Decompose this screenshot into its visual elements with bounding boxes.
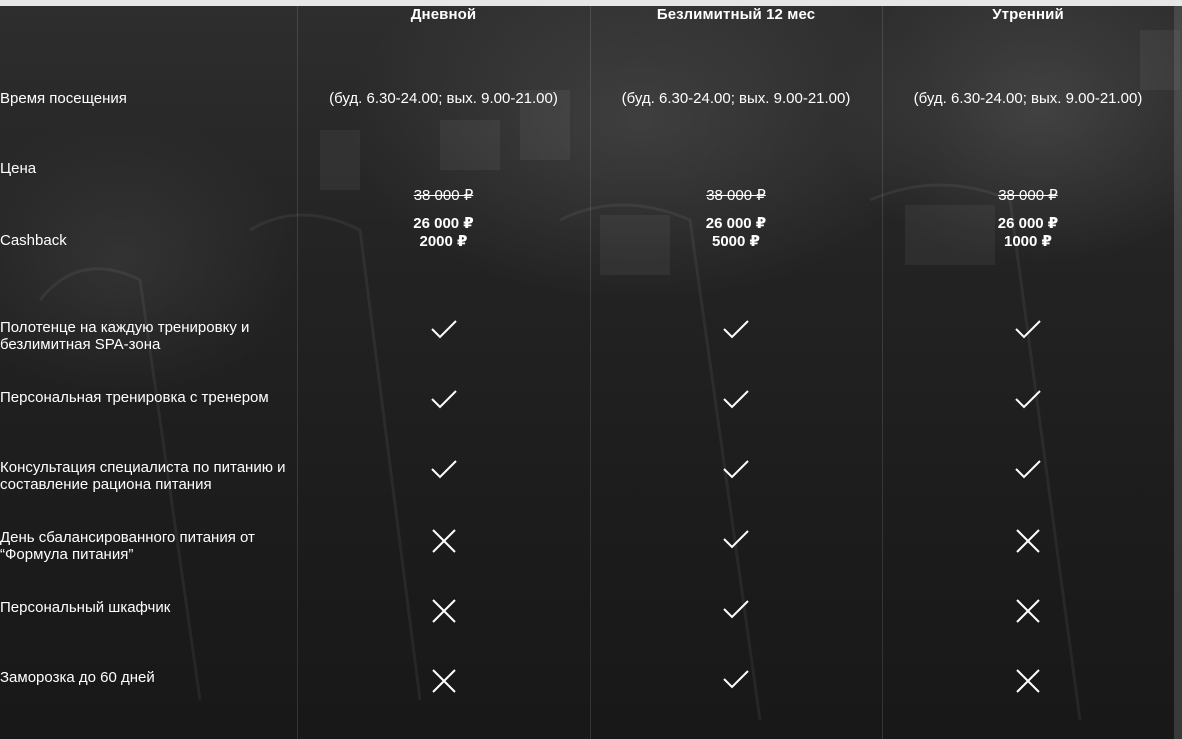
feature-row: Заморозка до 60 дней: [0, 652, 1174, 722]
feature-row: Консультация специалиста по питанию и со…: [0, 442, 1174, 512]
feature-value-cell: [590, 302, 882, 372]
feature-rows: Полотенце на каждую тренировку и безлими…: [0, 302, 1174, 722]
feature-value-cell: [882, 302, 1174, 372]
feature-value-cell: [590, 442, 882, 512]
cashback-amount: 2000 ₽: [419, 233, 468, 250]
cashback-row: Cashback 2000 ₽ 5000 ₽ 1000 ₽: [0, 232, 1174, 302]
plan-header-row: Дневной Безлимитный 12 мес Утренний: [0, 6, 1174, 90]
feature-value-cell: [882, 512, 1174, 582]
feature-value-cell: [882, 652, 1174, 722]
cashback-value: 1000 ₽: [882, 232, 1174, 302]
cashback-amount: 1000 ₽: [1004, 233, 1052, 250]
row-label-price: Цена: [0, 160, 37, 177]
row-label-time: Время посещения: [0, 90, 127, 107]
check-icon: [722, 598, 750, 620]
pricing-section: Дневной Безлимитный 12 мес Утренний Врем…: [0, 0, 1182, 739]
new-price: 26 000 ₽: [705, 215, 767, 232]
feature-row: Персональная тренировка с тренером: [0, 372, 1174, 442]
check-icon: [722, 458, 750, 480]
feature-value-cell: [590, 652, 882, 722]
feature-label: Полотенце на каждую тренировку и безлими…: [0, 319, 250, 353]
plan-name-daytime: Дневной: [410, 6, 477, 23]
feature-label: Персональный шкафчик: [0, 599, 171, 616]
check-icon: [1014, 458, 1042, 480]
feature-row: Персональный шкафчик: [0, 582, 1174, 652]
check-icon: [722, 318, 750, 340]
cross-icon: [431, 528, 457, 554]
feature-label: Персональная тренировка с тренером: [0, 389, 269, 406]
feature-value-cell: [882, 372, 1174, 442]
feature-value-cell: [297, 582, 590, 652]
feature-value-cell: [882, 442, 1174, 512]
cross-icon: [1015, 668, 1041, 694]
row-label-cashback: Cashback: [0, 232, 67, 249]
check-icon: [1014, 318, 1042, 340]
feature-value-cell: [297, 442, 590, 512]
feature-value-cell: [590, 372, 882, 442]
feature-value-cell: [882, 582, 1174, 652]
cross-icon: [1015, 528, 1041, 554]
cross-icon: [431, 668, 457, 694]
check-icon: [722, 388, 750, 410]
pricing-table: Дневной Безлимитный 12 мес Утренний Врем…: [0, 6, 1174, 722]
check-icon: [430, 458, 458, 480]
check-icon: [430, 388, 458, 410]
old-price: 38 000 ₽: [998, 187, 1058, 204]
old-price: 38 000 ₽: [706, 187, 766, 204]
time-value: (буд. 6.30-24.00; вых. 9.00-21.00): [329, 90, 558, 107]
feature-value-cell: [297, 512, 590, 582]
feature-label: День сбалансированного питания от “Форму…: [0, 529, 255, 563]
cashback-value: 5000 ₽: [590, 232, 882, 302]
cross-icon: [431, 598, 457, 624]
feature-value-cell: [590, 512, 882, 582]
feature-value-cell: [297, 372, 590, 442]
price-cell: 38 000 ₽ 26 000 ₽: [882, 160, 1174, 232]
feature-value-cell: [590, 582, 882, 652]
new-price: 26 000 ₽: [413, 215, 474, 232]
price-row: Цена 38 000 ₽ 26 000 ₽ 38 000 ₽ 26 000 ₽…: [0, 160, 1174, 232]
time-value: (буд. 6.30-24.00; вых. 9.00-21.00): [913, 90, 1143, 107]
scroll-edge: [1174, 6, 1182, 739]
new-price: 26 000 ₽: [997, 215, 1059, 232]
cross-icon: [1015, 598, 1041, 624]
check-icon: [1014, 388, 1042, 410]
feature-row: День сбалансированного питания от “Форму…: [0, 512, 1174, 582]
price-cell: 38 000 ₽ 26 000 ₽: [297, 160, 590, 232]
plan-name-morning: Утренний: [992, 6, 1064, 23]
cashback-value: 2000 ₽: [297, 232, 590, 302]
check-icon: [722, 668, 750, 690]
plan-name-unlimited: Безлимитный 12 мес: [656, 6, 816, 23]
time-row: Время посещения (буд. 6.30-24.00; вых. 9…: [0, 90, 1174, 160]
feature-value-cell: [297, 652, 590, 722]
feature-label: Консультация специалиста по питанию и со…: [0, 459, 286, 493]
old-price: 38 000 ₽: [413, 187, 474, 204]
time-value: (буд. 6.30-24.00; вых. 9.00-21.00): [621, 90, 851, 107]
check-icon: [430, 318, 458, 340]
header-empty-cell: [0, 6, 297, 90]
feature-value-cell: [297, 302, 590, 372]
cashback-amount: 5000 ₽: [712, 233, 760, 250]
check-icon: [722, 528, 750, 550]
feature-row: Полотенце на каждую тренировку и безлими…: [0, 302, 1174, 372]
price-cell: 38 000 ₽ 26 000 ₽: [590, 160, 882, 232]
feature-label: Заморозка до 60 дней: [0, 669, 155, 686]
